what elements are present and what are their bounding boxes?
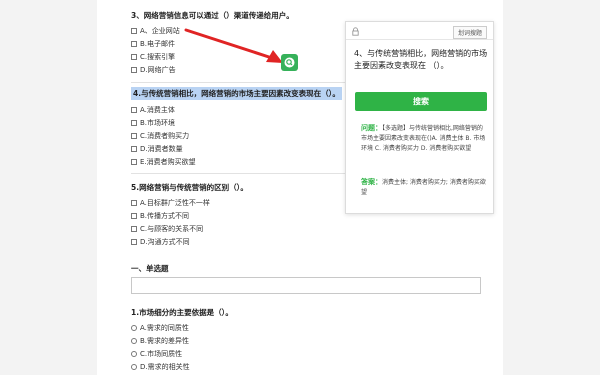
feedback-button[interactable]: 划词搜题 — [452, 26, 487, 39]
radio[interactable] — [131, 338, 137, 344]
q4-option-e[interactable]: E.消费者购买欲望 — [131, 157, 196, 167]
selected-text-highlight: 4.与传统营销相比，网络营销的市场主要因素改变表现在（）。 — [131, 87, 342, 100]
q1-option-d[interactable]: D.需求的相关性 — [131, 362, 190, 372]
q1-option-a[interactable]: A.需求的同质性 — [131, 323, 189, 333]
q4-option-c[interactable]: C.消费者购买力 — [131, 131, 189, 141]
q4-option-a[interactable]: A.消费主体 — [131, 105, 175, 115]
q5-option-a[interactable]: A.目标群广泛性不一样 — [131, 198, 210, 208]
checkbox[interactable] — [131, 159, 137, 165]
question-5-title: 5.网络营销与传统营销的区别（）。 — [131, 183, 248, 192]
answer-label: 答案： — [361, 178, 382, 186]
radio[interactable] — [131, 351, 137, 357]
popup-query-text: 4、与传统营销相比，网络营销的市场主要因素改变表现在 （）。 — [354, 49, 488, 70]
answer-input[interactable] — [131, 277, 481, 294]
q1-option-c[interactable]: C.市场同质性 — [131, 349, 182, 359]
q4-option-d[interactable]: D.消费者数量 — [131, 144, 183, 154]
section-title: 一、单选题 — [131, 264, 169, 273]
search-popup: 划词搜题 4、与传统营销相比，网络营销的市场主要因素改变表现在 （）。 搜索 问… — [345, 21, 494, 214]
q1-option-b[interactable]: B.需求的差异性 — [131, 336, 189, 346]
q5-option-d[interactable]: D.沟通方式不同 — [131, 237, 190, 247]
checkbox[interactable] — [131, 213, 137, 219]
question-1-title: 1.市场细分的主要依据是（）。 — [131, 308, 233, 317]
search-fab-button[interactable] — [281, 54, 298, 71]
annotation-arrow — [184, 28, 283, 63]
checkbox[interactable] — [131, 200, 137, 206]
checkbox[interactable] — [131, 146, 137, 152]
radio[interactable] — [131, 325, 137, 331]
checkbox[interactable] — [131, 133, 137, 139]
checkbox[interactable] — [131, 239, 137, 245]
q5-option-c[interactable]: C.与顾客的关系不同 — [131, 224, 203, 234]
popup-answer-block: 答案：消费主体; 消费者购买力; 消费者购买欲望 — [361, 177, 486, 198]
q5-option-b[interactable]: B.传播方式不同 — [131, 211, 189, 221]
radio[interactable] — [131, 364, 137, 370]
question-4-title[interactable]: 4.与传统营销相比，网络营销的市场主要因素改变表现在（）。 — [131, 87, 342, 100]
popup-question-block: 问题：【多选题】与传统营销相比,网络营销的市场主要因素改变表现在()A. 消费主… — [361, 123, 486, 154]
lock-icon — [352, 27, 359, 36]
checkbox[interactable] — [131, 120, 137, 126]
search-icon — [284, 57, 295, 68]
question-label: 问题： — [361, 124, 382, 132]
q4-option-b[interactable]: B.市场环境 — [131, 118, 175, 128]
popup-divider — [346, 39, 493, 40]
popup-search-button[interactable]: 搜索 — [355, 92, 487, 111]
checkbox[interactable] — [131, 226, 137, 232]
checkbox[interactable] — [131, 107, 137, 113]
